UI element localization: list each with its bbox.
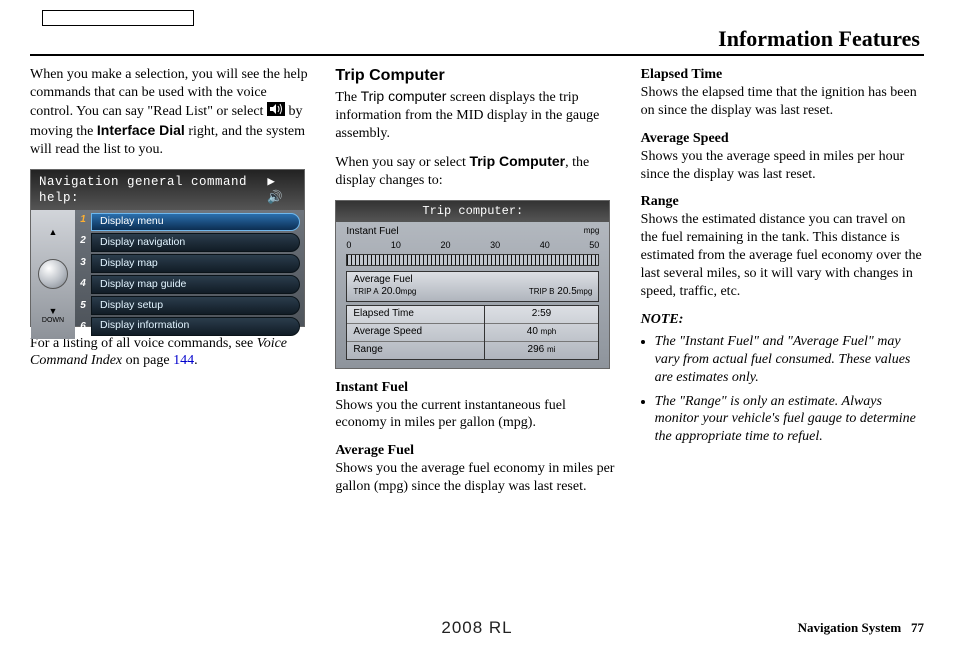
nav-num-4: 4 — [75, 274, 91, 296]
nav-num-6: 6 — [75, 317, 91, 339]
tick: 0 — [346, 240, 351, 252]
nav-left-panel: ▲ ▼DOWN — [31, 210, 75, 339]
nav-header-icons: ▶ 🔊 — [267, 174, 296, 206]
col2-para2: When you say or select Trip Computer, th… — [335, 153, 618, 190]
nav-item: Display map guide — [91, 275, 300, 294]
speaker-icon — [267, 102, 285, 122]
trip-a-label: TRIP A — [353, 287, 378, 296]
row-val: 2:59 — [532, 308, 551, 319]
avg-fuel-label: Average Fuel — [353, 274, 592, 287]
text: on page — [126, 353, 173, 368]
row-val: 296 — [528, 344, 545, 355]
nav-num-2: 2 — [75, 231, 91, 253]
content-columns: When you make a selection, you will see … — [30, 66, 924, 506]
col1-para2: For a listing of all voice commands, see… — [30, 335, 313, 371]
tick: 10 — [391, 240, 401, 252]
top-placeholder-box — [42, 10, 194, 26]
unit: mph — [541, 327, 557, 336]
column-3: Elapsed Time Shows the elapsed time that… — [641, 66, 924, 506]
elapsed-heading: Elapsed Time — [641, 67, 723, 82]
page-title: Information Features — [718, 26, 924, 51]
nav-num-1: 1 — [75, 210, 91, 232]
trip-computer-bold: Trip Computer — [469, 153, 565, 169]
nav-item: Display menu — [91, 213, 300, 232]
nav-num-3: 3 — [75, 253, 91, 275]
col2-para1: The Trip computer screen displays the tr… — [335, 88, 618, 143]
average-fuel-text: Shows you the average fuel economy in mi… — [335, 461, 614, 494]
text: . — [194, 353, 198, 368]
instant-fuel-text: Shows you the current instantaneous fuel… — [335, 398, 566, 431]
elapsed-block: Elapsed Time Shows the elapsed time that… — [641, 66, 924, 120]
instant-fuel-heading: Instant Fuel — [335, 380, 408, 395]
nav-item: Display navigation — [91, 233, 300, 252]
nav-item: Display setup — [91, 296, 300, 315]
footer: 2008 RL Navigation System 77 — [0, 618, 954, 638]
manual-page: Information Features When you make a sel… — [0, 0, 954, 652]
row-label: Range — [347, 342, 483, 359]
unit: mpg — [401, 287, 417, 296]
mpg-unit: mpg — [584, 226, 600, 239]
average-fuel-row: Average Fuel TRIP A 20.0mpg TRIP B 20.5m… — [346, 271, 599, 303]
interface-dial-label: Interface Dial — [97, 122, 185, 138]
nav-item: Display information — [91, 317, 300, 336]
column-1: When you make a selection, you will see … — [30, 66, 313, 506]
footer-section-label: Navigation System — [798, 620, 902, 635]
trip-shot-header: Trip computer: — [336, 201, 609, 222]
instant-fuel-block: Instant Fuel Shows you the current insta… — [335, 379, 618, 433]
note-item: The "Instant Fuel" and "Average Fuel" ma… — [655, 333, 924, 387]
avgspeed-block: Average Speed Shows you the average spee… — [641, 130, 924, 184]
gauge-scale: 0 10 20 30 40 50 — [346, 240, 599, 252]
unit: mi — [547, 345, 555, 354]
footer-right: Navigation System 77 — [798, 620, 924, 636]
elapsed-text: Shows the elapsed time that the ignition… — [641, 85, 917, 118]
unit: mpg — [577, 287, 593, 296]
page-number: 77 — [911, 620, 924, 635]
nav-item: Display map — [91, 254, 300, 273]
range-heading: Range — [641, 194, 679, 209]
trip-b-val: 20.5 — [557, 286, 576, 297]
note-list: The "Instant Fuel" and "Average Fuel" ma… — [641, 333, 924, 446]
row-label: Elapsed Time — [347, 306, 483, 324]
down-label: ▼DOWN — [31, 293, 75, 339]
row-val: 40 — [527, 326, 538, 337]
nav-list: Display menu Display navigation Display … — [91, 210, 304, 339]
trip-data-table: Elapsed Time Average Speed Range 2:59 40… — [346, 305, 599, 359]
tick: 50 — [589, 240, 599, 252]
tick: 40 — [540, 240, 550, 252]
header-row: Information Features — [30, 26, 924, 56]
tick: 20 — [441, 240, 451, 252]
average-fuel-heading: Average Fuel — [335, 443, 414, 458]
note-item: The "Range" is only an estimate. Always … — [655, 393, 924, 447]
note-heading: NOTE: — [641, 312, 684, 327]
tick: 30 — [490, 240, 500, 252]
up-label: ▲ — [31, 210, 75, 256]
gauge-bar — [346, 254, 599, 266]
avgspeed-text: Shows you the average speed in miles per… — [641, 149, 905, 182]
trip-b-label: TRIP B — [529, 287, 555, 296]
trip-computer-screenshot: Trip computer: Instant Fuel mpg 0 10 20 … — [335, 200, 610, 369]
range-block: Range Shows the estimated distance you c… — [641, 193, 924, 300]
knob-icon — [38, 259, 68, 289]
instant-fuel-label: Instant Fuel — [346, 226, 398, 239]
average-fuel-block: Average Fuel Shows you the average fuel … — [335, 442, 618, 496]
col1-para1: When you make a selection, you will see … — [30, 66, 313, 159]
column-2: Trip Computer The Trip computer screen d… — [335, 66, 618, 506]
nav-shot-header: Navigation general command help: ▶ 🔊 — [31, 170, 304, 210]
nav-numbers: 1 2 3 4 5 6 — [75, 210, 91, 339]
row-label: Average Speed — [347, 324, 483, 342]
text: The — [335, 90, 360, 105]
avgspeed-heading: Average Speed — [641, 131, 729, 146]
nav-num-5: 5 — [75, 296, 91, 318]
text: When you make a selection, you will see … — [30, 67, 308, 119]
range-text: Shows the estimated distance you can tra… — [641, 212, 922, 299]
trip-a-val: 20.0 — [381, 286, 400, 297]
trip-computer-label: Trip computer — [361, 88, 447, 104]
trip-computer-heading: Trip Computer — [335, 66, 618, 86]
page-link-144: 144 — [173, 353, 194, 368]
nav-help-screenshot: Navigation general command help: ▶ 🔊 ▲ ▼… — [30, 169, 305, 327]
nav-header-text: Navigation general command help: — [39, 174, 267, 206]
text: When you say or select — [335, 155, 469, 170]
footer-model: 2008 RL — [441, 618, 512, 638]
